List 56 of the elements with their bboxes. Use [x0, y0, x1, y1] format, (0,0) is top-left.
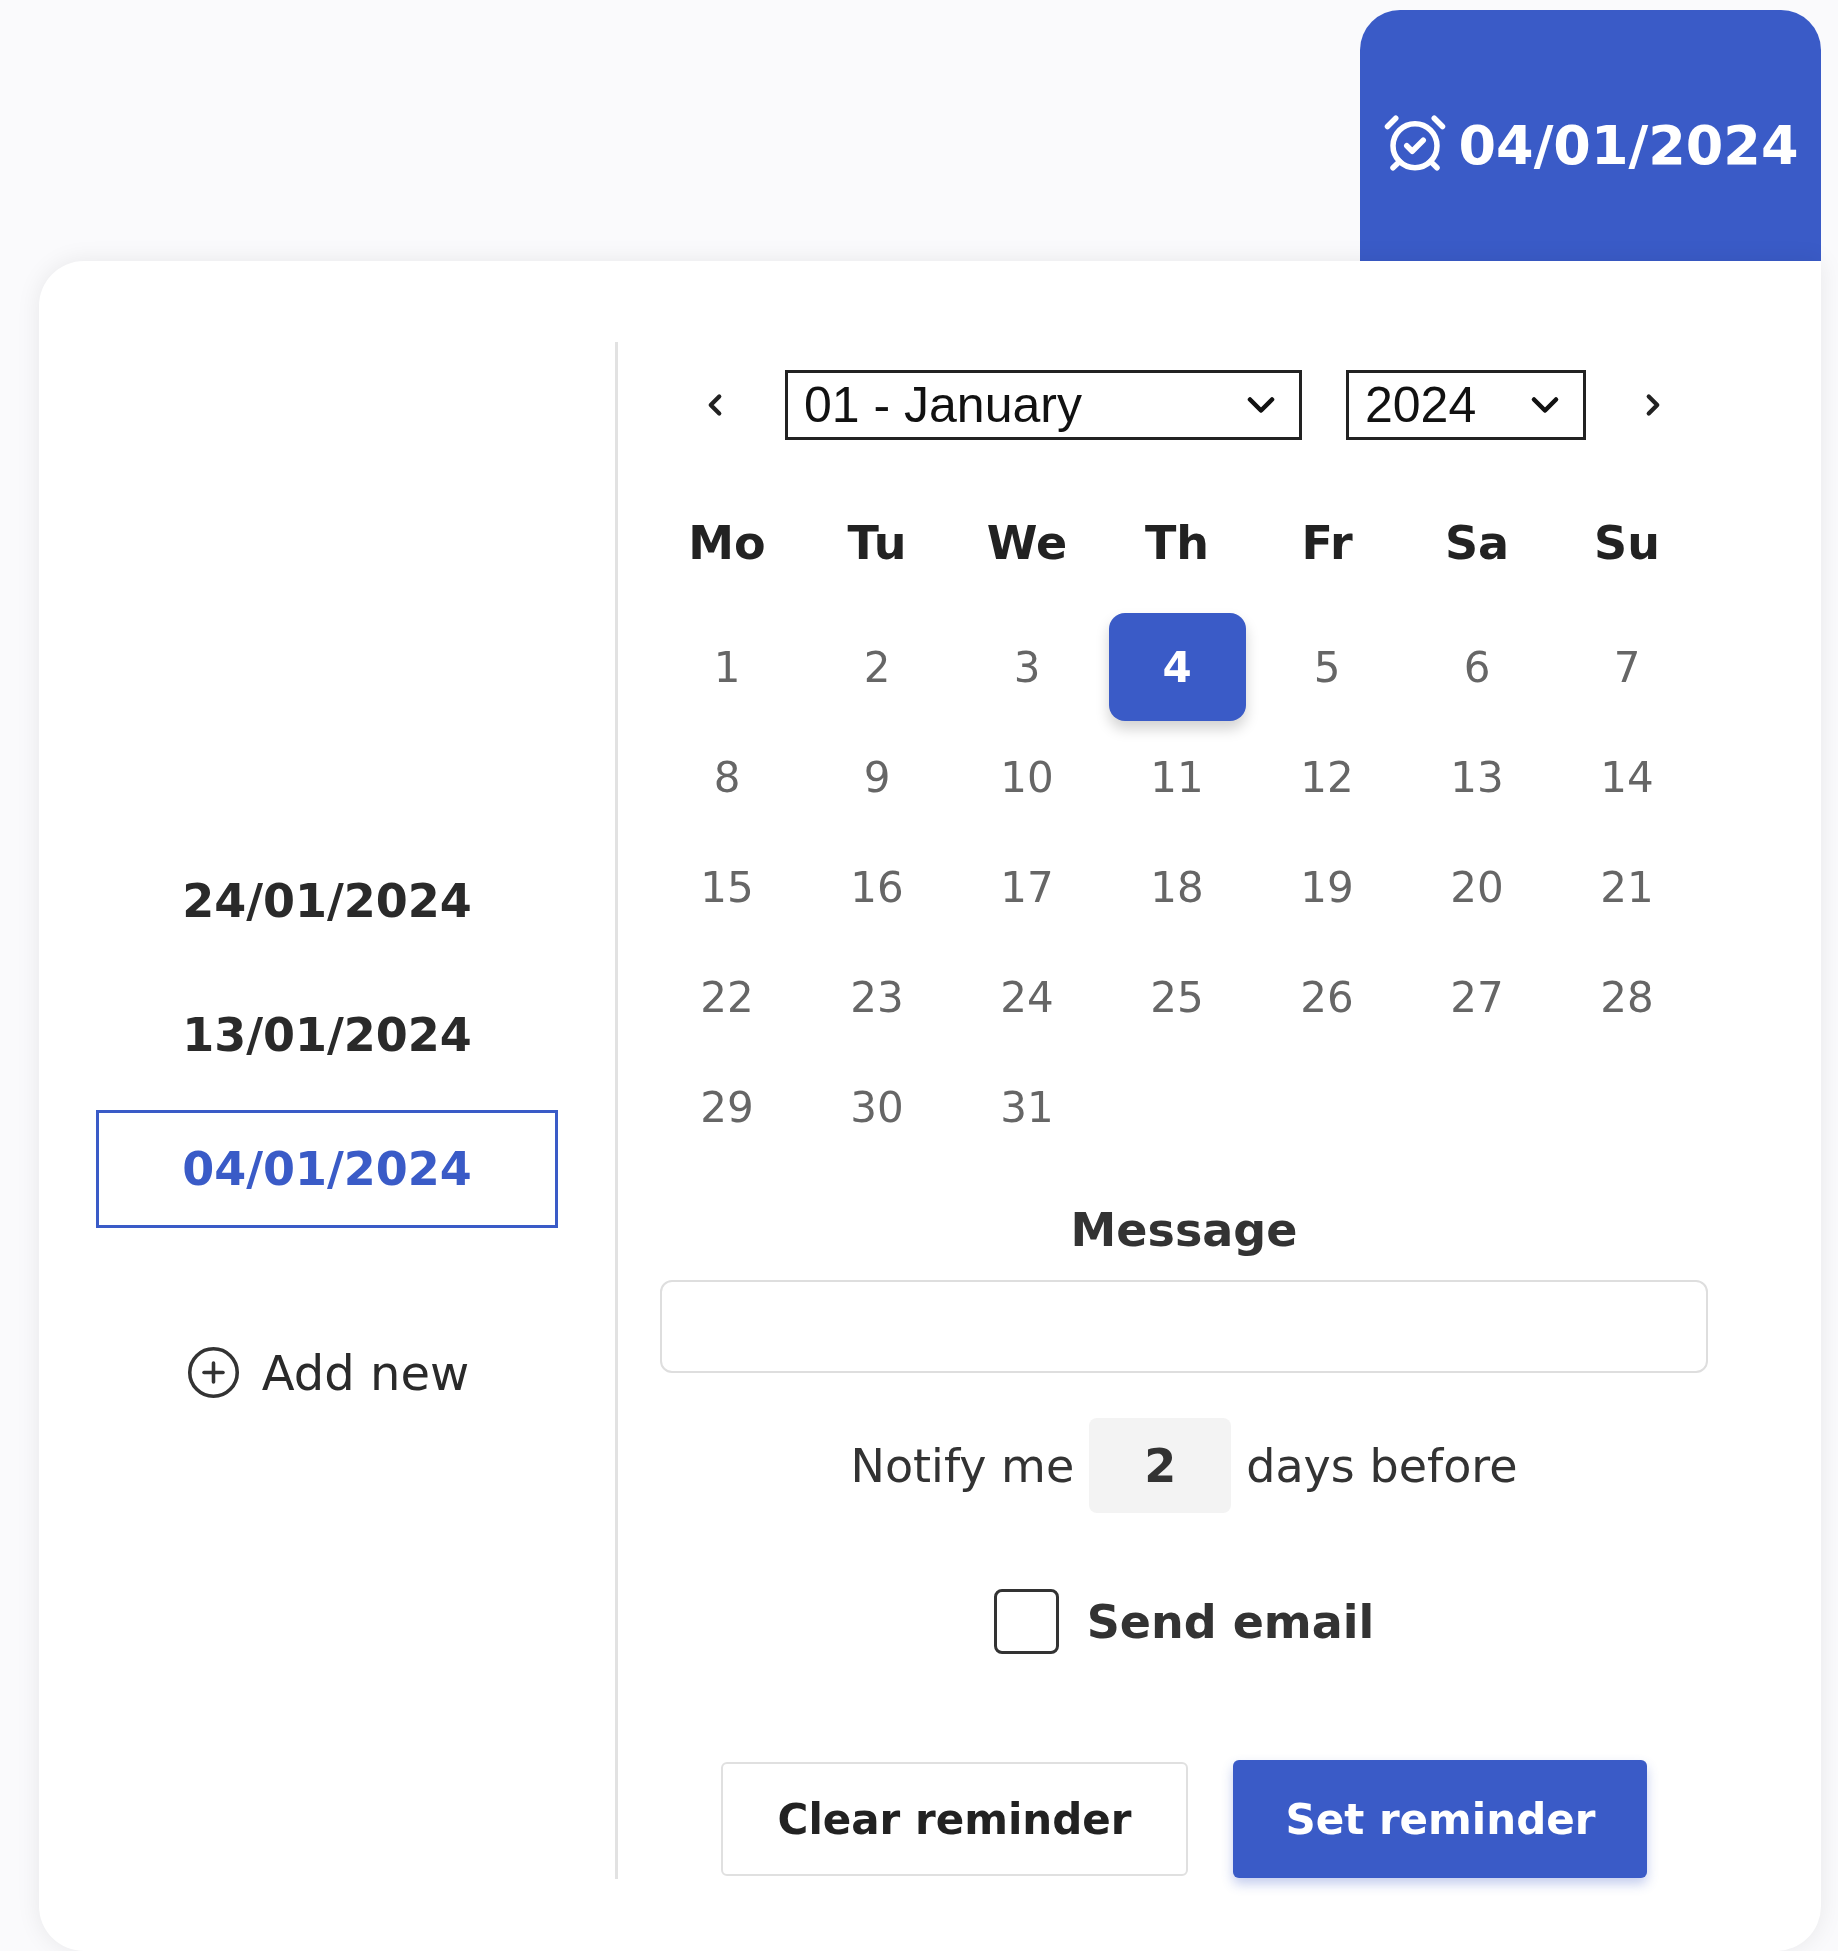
add-new-button[interactable]: Add new [184, 1344, 470, 1401]
calendar-day[interactable]: 10 [958, 723, 1096, 831]
month-select[interactable]: 01 - January [785, 370, 1302, 440]
calendar-day[interactable]: 29 [658, 1053, 796, 1161]
calendar-day[interactable]: 27 [1408, 943, 1546, 1051]
year-select[interactable]: 2024 [1346, 370, 1586, 440]
calendar-day[interactable]: 4 [1108, 613, 1246, 721]
calendar-day[interactable]: 1 [658, 613, 796, 721]
calendar-day[interactable]: 30 [808, 1053, 946, 1161]
calendar-day[interactable]: 7 [1558, 613, 1696, 721]
calendar-day[interactable]: 28 [1558, 943, 1696, 1051]
weekday-label: Th [1144, 516, 1210, 570]
weekday-label: Sa [1444, 516, 1510, 570]
weekday-label: Tu [847, 516, 907, 570]
calendar-day[interactable]: 20 [1408, 833, 1546, 941]
calendar-day[interactable]: 6 [1408, 613, 1546, 721]
message-label: Message [1070, 1202, 1298, 1259]
calendar-day[interactable]: 9 [808, 723, 946, 831]
weekday-label: Su [1594, 516, 1660, 570]
calendar-day[interactable]: 12 [1258, 723, 1396, 831]
weekday-label: Fr [1301, 516, 1353, 570]
calendar-day[interactable]: 18 [1108, 833, 1246, 941]
calendar-day[interactable]: 2 [808, 613, 946, 721]
calendar-day[interactable]: 3 [958, 613, 1096, 721]
weekday-label: We [986, 516, 1068, 570]
days-input[interactable]: 2 [1089, 1418, 1232, 1513]
reminder-tab[interactable]: 04/01/2024 [1360, 10, 1821, 261]
calendar-day[interactable]: 31 [958, 1053, 1096, 1161]
calendar-day[interactable]: 19 [1258, 833, 1396, 941]
clear-reminder-button[interactable]: Clear reminder [720, 1762, 1189, 1876]
calendar-day[interactable]: 16 [808, 833, 946, 941]
calendar-day[interactable]: 13 [1408, 723, 1546, 831]
notify-suffix: days before [1246, 1438, 1518, 1493]
calendar-day[interactable]: 24 [958, 943, 1096, 1051]
calendar-day[interactable]: 26 [1258, 943, 1396, 1051]
reminder-date-item[interactable]: 04/01/2024 [96, 1110, 558, 1228]
calendar-day[interactable]: 8 [658, 723, 796, 831]
reminder-date-item[interactable]: 13/01/2024 [96, 976, 558, 1094]
calendar-day[interactable]: 17 [958, 833, 1096, 941]
add-new-label: Add new [261, 1344, 470, 1401]
calendar-day[interactable]: 5 [1258, 613, 1396, 721]
send-email-checkbox[interactable] [993, 1589, 1059, 1654]
send-email-label: Send email [1086, 1594, 1375, 1649]
calendar-day[interactable]: 25 [1108, 943, 1246, 1051]
calendar-day[interactable]: 11 [1108, 723, 1246, 831]
set-reminder-button[interactable]: Set reminder [1233, 1760, 1648, 1878]
message-input[interactable] [660, 1280, 1708, 1373]
calendar-day[interactable]: 14 [1558, 723, 1696, 831]
calendar-day[interactable]: 22 [658, 943, 796, 1051]
calendar-day[interactable]: 21 [1558, 833, 1696, 941]
weekday-label: Mo [688, 516, 766, 570]
calendar-day[interactable]: 23 [808, 943, 946, 1051]
calendar-day[interactable]: 15 [658, 833, 796, 941]
reminder-date: 04/01/2024 [1458, 113, 1799, 179]
notify-prefix: Notify me [850, 1438, 1075, 1493]
reminder-date-item[interactable]: 24/01/2024 [96, 842, 558, 960]
